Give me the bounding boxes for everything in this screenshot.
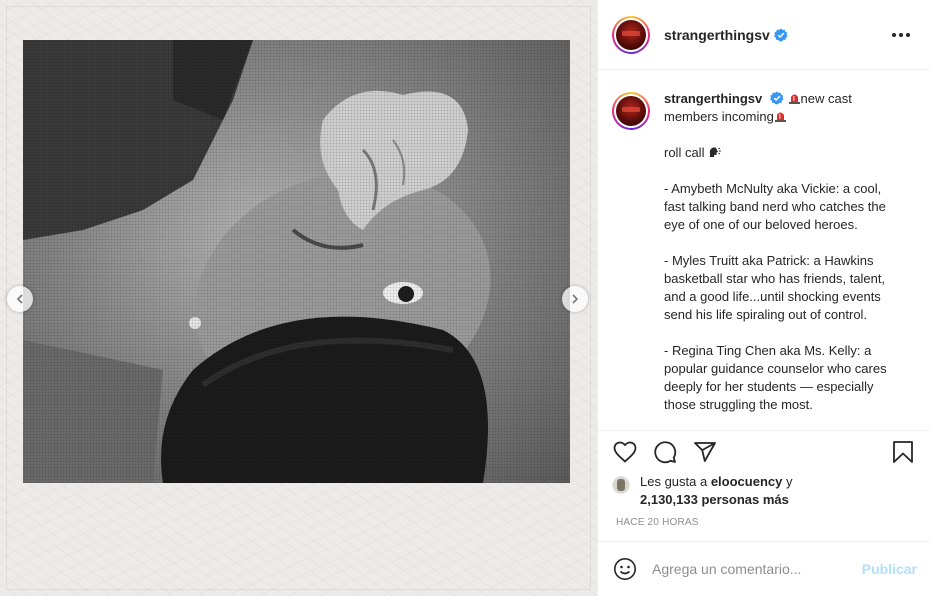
bookmark-icon[interactable] bbox=[890, 439, 916, 465]
likes-conjunction: y bbox=[782, 474, 793, 489]
share-icon[interactable] bbox=[692, 439, 718, 465]
caption-line-4: - Myles Truitt aka Patrick: a Hawkins ba… bbox=[664, 253, 886, 322]
speaking-head-icon bbox=[708, 145, 721, 157]
action-bar bbox=[598, 431, 930, 473]
comments-section: strangerthingsv new cast members incomin… bbox=[598, 70, 930, 431]
verified-icon bbox=[769, 91, 784, 105]
comment-input[interactable] bbox=[652, 561, 854, 577]
heart-icon[interactable] bbox=[612, 439, 638, 465]
likes-prefix: Les gusta a bbox=[640, 474, 711, 489]
police-light-icon bbox=[788, 91, 801, 104]
avatar[interactable] bbox=[612, 15, 650, 54]
caption-line-2: roll call bbox=[664, 145, 705, 160]
add-comment-bar: Publicar bbox=[598, 541, 930, 596]
caption: strangerthingsv new cast members incomin… bbox=[612, 90, 916, 414]
likes-summary: Les gusta a eloocuency y 2,130,133 perso… bbox=[598, 473, 930, 509]
likes-count[interactable]: 2,130,133 personas más bbox=[640, 492, 789, 507]
header-username[interactable]: strangerthingsv bbox=[664, 27, 770, 43]
caption-line-3: - Amybeth McNulty aka Vickie: a cool, fa… bbox=[664, 181, 886, 232]
carousel-prev-button[interactable] bbox=[7, 286, 33, 312]
verified-icon bbox=[773, 28, 788, 42]
carousel-next-button[interactable] bbox=[562, 286, 588, 312]
caption-avatar-image bbox=[616, 96, 646, 126]
publish-button[interactable]: Publicar bbox=[862, 561, 917, 577]
police-light-icon bbox=[774, 109, 787, 122]
caption-avatar[interactable] bbox=[612, 92, 650, 130]
likes-text: Les gusta a eloocuency y 2,130,133 perso… bbox=[640, 473, 792, 509]
comment-icon[interactable] bbox=[652, 439, 678, 465]
post-header: strangerthingsv bbox=[598, 0, 930, 70]
caption-text: strangerthingsv new cast members incomin… bbox=[664, 90, 904, 414]
chevron-left-icon bbox=[16, 294, 23, 304]
liker-avatar[interactable] bbox=[612, 476, 630, 494]
caption-line-5: - Regina Ting Chen aka Ms. Kelly: a popu… bbox=[664, 343, 887, 412]
post-side-panel: strangerthingsv strangerthingsv new cast… bbox=[597, 0, 930, 596]
halftone-overlay bbox=[23, 40, 570, 483]
post-media bbox=[0, 0, 597, 596]
caption-username[interactable]: strangerthingsv bbox=[664, 91, 762, 106]
chevron-right-icon bbox=[572, 294, 579, 304]
avatar-image bbox=[616, 19, 646, 50]
more-options-icon[interactable] bbox=[886, 27, 916, 43]
post-photo[interactable] bbox=[23, 40, 570, 483]
smile-icon[interactable] bbox=[612, 556, 638, 582]
liker-username[interactable]: eloocuency bbox=[711, 474, 783, 489]
post-timestamp[interactable]: HACE 20 HORAS bbox=[598, 517, 930, 528]
